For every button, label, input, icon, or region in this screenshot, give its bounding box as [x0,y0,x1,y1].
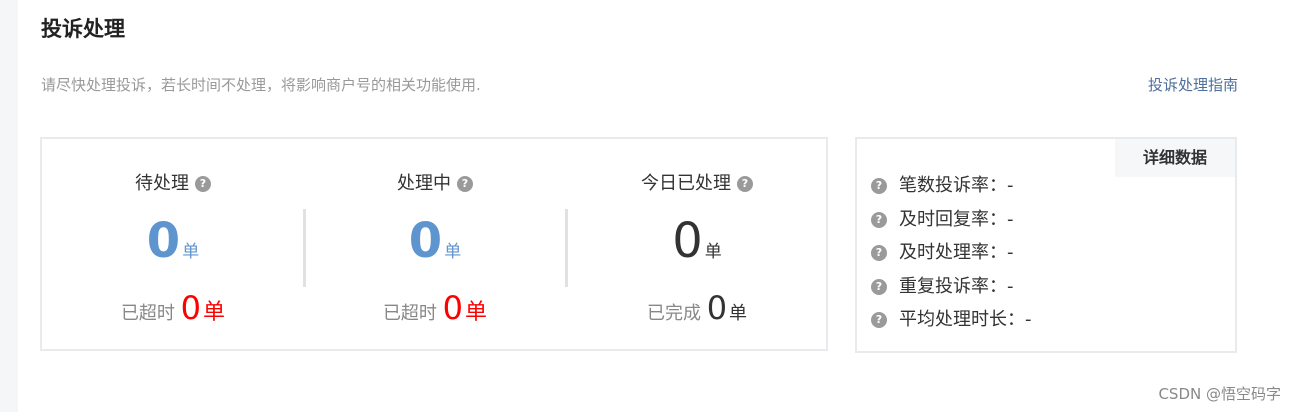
help-icon[interactable]: ? [737,176,753,192]
metric-timely-process-rate: ? 及时处理率：- [871,238,1014,264]
metric-value: - [1007,276,1014,297]
metric-label: 重复投诉率： [899,276,1007,297]
metric-value: - [1007,209,1014,230]
metric-label: 及时回复率： [899,209,1007,230]
stat-pending-overdue-unit: 单 [203,300,226,325]
metric-repeat-complaint-rate: ? 重复投诉率：- [871,272,1014,298]
stat-today-done-unit: 单 [704,242,722,262]
metric-value: - [1025,309,1032,330]
complaint-guide-link[interactable]: 投诉处理指南 [1148,74,1238,95]
stat-pending-overdue-value[interactable]: 0 [181,289,201,327]
metric-label: 及时处理率： [899,242,1007,263]
metric-value: - [1007,175,1014,196]
metric-label: 笔数投诉率： [899,175,1007,196]
notice-text: 请尽快处理投诉，若长时间不处理，将影响商户号的相关功能使用. [41,76,481,94]
help-icon[interactable]: ? [871,212,887,228]
metric-value: - [1007,242,1014,263]
stat-pending-unit: 单 [182,242,200,262]
stat-processing-overdue-value[interactable]: 0 [443,289,463,327]
stat-processing-overdue-unit: 单 [465,300,488,325]
stat-processing-value[interactable]: 0 [409,213,442,269]
metric-avg-process-time: ? 平均处理时长：- [871,305,1032,331]
stat-today-done-value: 0 [672,213,703,269]
help-icon[interactable]: ? [871,312,887,328]
stat-today-done: 今日已处理? 0单 已完成 0单 [566,139,828,349]
metric-complaint-rate: ? 笔数投诉率：- [871,171,1014,197]
help-icon[interactable]: ? [871,178,887,194]
stat-today-done-sub-label: 已完成 [646,303,701,324]
stat-pending: 待处理? 0单 已超时 0单 [42,139,304,349]
stat-today-completed-value: 0 [706,289,728,327]
stat-processing: 处理中? 0单 已超时 0单 [304,139,566,349]
left-gutter [0,0,18,412]
help-icon[interactable]: ? [457,176,473,192]
metric-label: 平均处理时长： [899,309,1025,330]
watermark: CSDN @悟空码字 [1158,385,1281,403]
stat-today-done-label: 今日已处理 [641,173,731,194]
page-title: 投诉处理 [41,17,125,41]
detail-data-tab[interactable]: 详细数据 [1115,139,1235,177]
stat-processing-sub-label: 已超时 [382,303,437,324]
stat-today-completed-unit: 单 [729,303,748,324]
stat-pending-value[interactable]: 0 [147,213,180,269]
help-icon[interactable]: ? [871,245,887,261]
help-icon[interactable]: ? [195,176,211,192]
stat-pending-sub-label: 已超时 [120,303,175,324]
help-icon[interactable]: ? [871,279,887,295]
stat-processing-label: 处理中 [397,173,451,194]
detail-panel: 详细数据 ? 笔数投诉率：- ? 及时回复率：- ? 及时处理率：- ? 重复投诉率：-… [855,137,1237,353]
stat-pending-label: 待处理 [135,173,189,194]
stats-panel: 待处理? 0单 已超时 0单 处理中? 0单 已超时 0单 今日已处理? 0单 [40,137,828,351]
stat-processing-unit: 单 [444,242,462,262]
metric-timely-reply-rate: ? 及时回复率：- [871,205,1014,231]
